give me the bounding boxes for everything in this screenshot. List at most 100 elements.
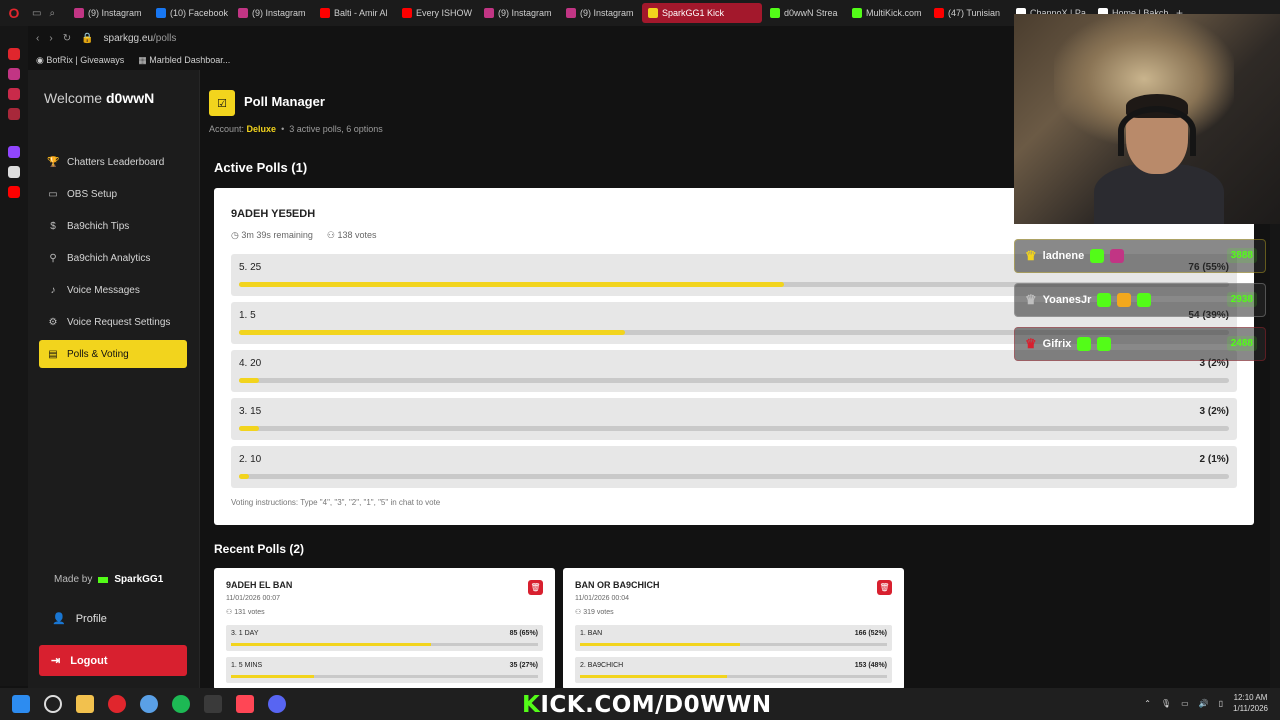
search-icon[interactable] <box>44 695 62 713</box>
sidebar-item-obs-setup[interactable]: ▭ OBS Setup <box>39 180 187 208</box>
windows-start-icon[interactable] <box>12 695 30 713</box>
option-progress-fill <box>580 675 728 678</box>
clock-date: 1/11/2026 <box>1233 704 1268 713</box>
leaderboard-entry: ♛ YoanesJr 2938 <box>1014 283 1266 317</box>
voting-instructions: Voting instructions: Type "4", "3", "2",… <box>231 498 441 507</box>
valorant-icon[interactable] <box>236 695 254 713</box>
made-by: Made by SparkGG1 <box>54 574 163 585</box>
users-icon: ⚇ <box>226 609 235 616</box>
back-icon[interactable]: ‹ <box>36 33 39 44</box>
rail-youtube-icon[interactable] <box>8 186 20 198</box>
app-icon[interactable] <box>140 695 158 713</box>
rail-spacer <box>8 128 20 138</box>
url-domain: sparkgg.eu <box>103 32 154 44</box>
taskbar-apps <box>0 695 286 713</box>
sidebar-item-chatters-leaderboard[interactable]: 🏆 Chatters Leaderboard <box>39 148 187 176</box>
rail-instagram-icon[interactable] <box>8 68 20 80</box>
active-polls-heading: Active Polls (1) <box>214 160 308 175</box>
xbox-icon[interactable] <box>204 695 222 713</box>
browser-tab[interactable]: (10) Facebook <box>150 3 230 23</box>
poll-manager-icon: ☑ <box>209 90 235 116</box>
sidebar-item-label: Voice Messages <box>67 284 140 296</box>
sidebar-item-label: Chatters Leaderboard <box>67 156 165 168</box>
browser-tab[interactable]: MultiKick.com <box>846 3 926 23</box>
tab-list-icon[interactable]: ▭ <box>32 8 41 19</box>
tab-favicon-icon <box>934 8 944 18</box>
sidebar-item-ba9chich-tips[interactable]: $ Ba9chich Tips <box>39 212 187 240</box>
mic-tray-icon[interactable]: 🎙 <box>1161 699 1171 708</box>
opera-icon[interactable] <box>108 695 126 713</box>
kick-channel-banner: KICK.COM/D0WWN <box>522 692 772 718</box>
forward-icon[interactable]: › <box>49 33 52 44</box>
recent-poll-card: BAN OR BA9CHICH 11/01/2026 00:04 ⚇ 319 vot… <box>563 568 904 690</box>
option-progress-fill <box>239 282 784 287</box>
discord-icon[interactable] <box>268 695 286 713</box>
file-explorer-icon[interactable] <box>76 695 94 713</box>
spotify-icon[interactable] <box>172 695 190 713</box>
url-field[interactable]: sparkgg.eu/polls <box>104 33 177 44</box>
recent-poll-option: 3. 1 DAY 85 (65%) <box>226 625 543 651</box>
poll-vote-count: ⚇ 138 votes <box>327 230 377 241</box>
sidebar-item-ba9chich-analytics[interactable]: ⚲ Ba9chich Analytics <box>39 244 187 272</box>
recent-poll-date: 11/01/2026 00:04 <box>575 595 629 602</box>
chat-badge-icon <box>1117 293 1132 307</box>
browser-tab[interactable]: Every ISHOW <box>396 3 476 23</box>
battery-icon[interactable]: ▯ <box>1219 699 1223 708</box>
profile-link[interactable]: 👤 Profile <box>52 612 107 626</box>
option-label: 5. 25 <box>239 262 262 273</box>
network-icon[interactable]: ▭ <box>1181 699 1189 708</box>
banner-text: ICK.COM/D0WWN <box>540 692 772 718</box>
rail-x-icon[interactable] <box>8 166 20 178</box>
leaderboard-username: YoanesJr <box>1042 294 1092 306</box>
crown-icon: ♛ <box>1025 248 1037 263</box>
rail-twitch-icon[interactable] <box>8 146 20 158</box>
recent-poll-option: 1. BAN 166 (52%) <box>575 625 892 651</box>
made-by-name[interactable]: SparkGG1 <box>114 574 163 585</box>
tab-favicon-icon <box>156 8 166 18</box>
crown-icon: ♛ <box>1025 336 1037 351</box>
clock[interactable]: 12:10 AM 1/11/2026 <box>1233 692 1268 714</box>
volume-icon[interactable]: 🔊 <box>1199 699 1209 708</box>
tab-label: (9) Instagram <box>498 8 552 18</box>
option-label: 2. BA9CHICH <box>580 662 624 669</box>
browser-tab[interactable]: (9) Instagram <box>560 3 640 23</box>
tab-label: Balti - Amir Al <box>334 8 388 18</box>
browser-tab[interactable]: (9) Instagram <box>478 3 558 23</box>
option-label: 1. 5 MINS <box>231 662 263 669</box>
bookmark-botrix[interactable]: ◉ BotRix | Giveaways <box>36 55 124 66</box>
leaderboard-username: ladnene <box>1042 250 1085 262</box>
browser-tab[interactable]: d0wwN Strea <box>764 3 844 23</box>
rail-app-icon[interactable] <box>8 108 20 120</box>
option-label: 2. 10 <box>239 454 262 465</box>
delete-poll-button[interactable]: 🗑 <box>528 580 543 595</box>
option-progress-fill <box>580 643 740 646</box>
tab-search-icon[interactable]: ⌕ <box>49 8 55 19</box>
rail-opera-icon[interactable] <box>8 48 20 60</box>
recent-poll-vote-total: 131 votes <box>234 609 265 616</box>
browser-tab[interactable]: (47) Tunisian <box>928 3 1008 23</box>
chevron-up-icon[interactable]: ⌃ <box>1144 699 1151 708</box>
delete-poll-button[interactable]: 🗑 <box>877 580 892 595</box>
sidebar-item-polls-voting[interactable]: ▤ Polls & Voting <box>39 340 187 368</box>
opera-logo-icon[interactable]: O <box>0 0 28 26</box>
sidebar-item-voice-messages[interactable]: ♪ Voice Messages <box>39 276 187 304</box>
reload-icon[interactable]: ↻ <box>63 33 71 44</box>
chat-badge-icon <box>1110 249 1125 263</box>
sidebar-item-label: Polls & Voting <box>67 348 129 360</box>
tab-label: Every ISHOW <box>416 8 473 18</box>
vote-total: 138 votes <box>337 230 377 240</box>
sidebar-item-voice-request-settings[interactable]: ⚙ Voice Request Settings <box>39 308 187 336</box>
leaderboard-points: 3888 <box>1226 248 1257 263</box>
kick-logo-icon <box>98 576 109 583</box>
browser-tab[interactable]: (9) Instagram <box>68 3 148 23</box>
option-progress-fill <box>231 643 431 646</box>
bookmark-marbled[interactable]: ▦ Marbled Dashboar... <box>138 55 230 66</box>
rail-messenger-icon[interactable] <box>8 88 20 100</box>
logout-button[interactable]: ⇥ Logout <box>39 645 187 676</box>
option-label: 1. 5 <box>239 310 256 321</box>
browser-tab[interactable]: SparkGG1 Kick <box>642 3 762 23</box>
chat-badge-icon <box>1097 293 1112 307</box>
headset-icon <box>1118 106 1196 156</box>
browser-tab[interactable]: (9) Instagram <box>232 3 312 23</box>
browser-tab[interactable]: Balti - Amir Al <box>314 3 394 23</box>
